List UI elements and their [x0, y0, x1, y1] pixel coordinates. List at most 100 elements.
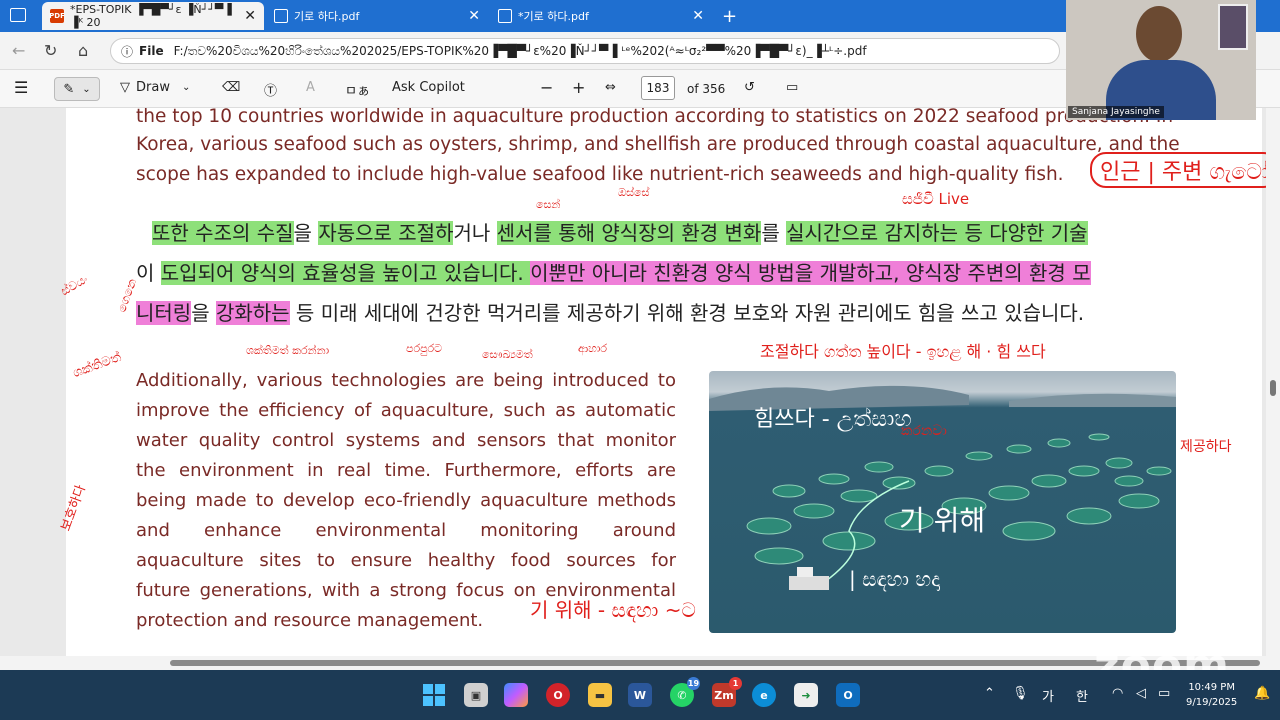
english-line: the environment in real time. Furthermor… [136, 460, 676, 481]
annotation: 제공하다 [1180, 439, 1232, 455]
url-text: F:/තව%20විශය%20හිරිංතේශය%202025/EPS-TOPI… [173, 43, 867, 58]
korean-word: 을 [191, 301, 216, 325]
korean-word: 주변의 [967, 261, 1030, 285]
back-icon[interactable]: ← [12, 41, 25, 60]
whatsapp-icon[interactable]: ✆ 19 [670, 677, 700, 707]
taskbar: ▣ O ▬ W ✆ 19 Zm 1 e ➜ O ⌃ 🎙 가 한 ◠ ◁ ▭ 10:4… [0, 670, 1280, 720]
korean-word: 실시간으로 [786, 221, 885, 245]
korean-word: 수질 [256, 221, 294, 245]
korean-word: 변화 [724, 221, 762, 245]
word-icon[interactable]: W [628, 683, 652, 707]
text-format-icon[interactable]: A [306, 80, 315, 95]
edge-icon[interactable]: e [752, 683, 776, 707]
copilot-icon[interactable] [504, 683, 528, 707]
aquaculture-photo: 힘쓰다 - උත්සාහ කරනවා 기 위해 | සඳහා හදා [709, 371, 1176, 633]
korean-word: 또한 [152, 221, 196, 245]
highlighter-icon: ✎ [63, 81, 75, 97]
outlook-icon[interactable]: O [836, 683, 860, 707]
opera-icon[interactable]: O [546, 683, 570, 707]
draw-button[interactable]: ▽ Draw ⌄ [120, 80, 190, 95]
pdf-reader-icon[interactable]: ➜ [794, 683, 818, 707]
annotation: ශක්තිමත් [70, 349, 124, 382]
ask-copilot-button[interactable]: Ask Copilot [392, 80, 465, 95]
file-label: File [139, 44, 164, 58]
pdf-page: the top 10 countries worldwide in aquacu… [58, 108, 1280, 656]
zoom-app-icon[interactable]: Zm 1 [712, 677, 742, 707]
start-icon[interactable] [422, 683, 446, 707]
eraser-icon[interactable]: ⌫ [222, 80, 240, 95]
english-line: and enhance environmental monitoring aro… [136, 520, 676, 541]
korean-word: 니터링 [136, 301, 192, 325]
korean-word: 환경 [681, 221, 725, 245]
draw-icon: ▽ [120, 80, 130, 95]
intro-line: the top 10 countries worldwide in aquacu… [136, 108, 1174, 127]
whatsapp-badge: 19 [687, 677, 700, 690]
annotation: පරපුරට [406, 342, 443, 355]
wifi-icon[interactable]: ◠ [1112, 686, 1123, 701]
close-tab-icon[interactable]: ✕ [244, 8, 256, 24]
tab-giro-hada[interactable]: 기로 하다.pdf ✕ [266, 2, 488, 30]
highlight-tool-button[interactable]: ✎ ⌄ [54, 77, 100, 101]
pdf-icon: PDF [49, 9, 65, 23]
zoom-out-button[interactable]: − [540, 78, 553, 97]
pdf-icon [498, 9, 512, 23]
english-line: Additionally, various technologies are b… [136, 370, 676, 391]
intro-line: Korea, various seafood such as oysters, … [136, 134, 1180, 155]
zoom-video-tile: Sanjana Jayasinghe [1066, 0, 1256, 120]
photo-annotation: කරනවා [901, 423, 947, 439]
date: 9/19/2025 [1186, 697, 1238, 708]
rotate-icon[interactable]: ↺ [744, 80, 755, 95]
refresh-icon[interactable]: ↻ [44, 41, 57, 60]
page-number-input[interactable]: 183 [641, 76, 675, 100]
close-tab-icon[interactable]: ✕ [468, 8, 480, 24]
korean-word: 양식장의 [601, 221, 682, 245]
english-line: being made to develop eco-friendly aquac… [136, 490, 676, 511]
photo-annotation: 기 위해 [899, 504, 986, 537]
korean-word: 조절하 [398, 221, 454, 245]
task-view-icon[interactable]: ▣ [464, 683, 488, 707]
intro-line: scope has expanded to include high-value… [136, 164, 1064, 185]
url-field[interactable]: ⓘ File F:/තව%20විශය%20හිරිංතේශය%202025/E… [110, 38, 1060, 64]
tab-eps-topik[interactable]: PDF *EPS-TOPIK ▐▀█▀┘ε ▐Ň┘┘▀▐ ▐ᴷ 20 ✕ [42, 2, 264, 30]
document-viewport[interactable]: the top 10 countries worldwide in aquacu… [0, 108, 1280, 668]
korean-word: 친환경 [653, 261, 715, 285]
fit-page-icon[interactable]: ⇔ [605, 80, 616, 95]
notifications-icon[interactable]: 🔔 [1254, 686, 1270, 701]
home-icon[interactable]: ⌂ [78, 41, 88, 60]
participant-name: Sanjana Jayasinghe [1068, 106, 1164, 118]
new-tab-icon[interactable]: + [722, 6, 737, 27]
clock[interactable]: 10:49 PM 9/19/2025 [1186, 680, 1237, 710]
korean-word: 센서를 [496, 221, 559, 245]
text-box-icon[interactable]: Ⓣ [264, 80, 277, 99]
korean-word: 높이고 [382, 261, 444, 285]
show-hidden-icons[interactable]: ⌃ [984, 686, 995, 701]
file-explorer-icon[interactable]: ▬ [588, 683, 612, 707]
korean-word: 자동으로 [318, 221, 399, 245]
info-icon: ⓘ [121, 44, 134, 59]
page-view-icon[interactable]: ▭ [786, 80, 798, 95]
tab-actions-icon[interactable] [10, 8, 26, 22]
annotation: 조절하다 ගත්ත 높이다 - ඉහළ 해 · 힘 쓰다 [760, 342, 1046, 361]
vertical-scrollbar[interactable] [1266, 108, 1280, 656]
korean-word: 통해 [558, 221, 602, 245]
zoom-in-button[interactable]: + [572, 78, 585, 97]
ime-language[interactable]: 가 [1042, 686, 1054, 705]
read-aloud-button[interactable]: ㅁぁ [345, 80, 370, 99]
battery-icon[interactable]: ▭ [1158, 686, 1170, 701]
zoom-badge: 1 [729, 677, 742, 690]
korean-word: 수조의 [195, 221, 257, 245]
ime-mode[interactable]: 한 [1076, 686, 1088, 705]
horizontal-scrollbar[interactable] [0, 656, 1280, 670]
english-line: water quality control systems and sensor… [136, 430, 676, 451]
annotation: ස්වයං [58, 271, 91, 299]
close-tab-icon[interactable]: ✕ [692, 8, 704, 24]
korean-word: 양식장 [905, 261, 968, 285]
korean-word: 양식 [714, 261, 759, 285]
tab-giro-hada-modified[interactable]: *기로 하다.pdf ✕ [490, 2, 712, 30]
chevron-down-icon: ⌄ [181, 82, 191, 93]
korean-word: 거나 [453, 221, 497, 245]
volume-icon[interactable]: ◁ [1136, 686, 1146, 701]
korean-line-3: 니터링을 강화하는 등 미래 세대에 건강한 먹거리를 제공하기 위해 환경 보… [136, 294, 1084, 332]
contents-icon[interactable]: ☰ [14, 78, 28, 97]
microphone-icon[interactable]: 🎙 [1012, 686, 1029, 701]
